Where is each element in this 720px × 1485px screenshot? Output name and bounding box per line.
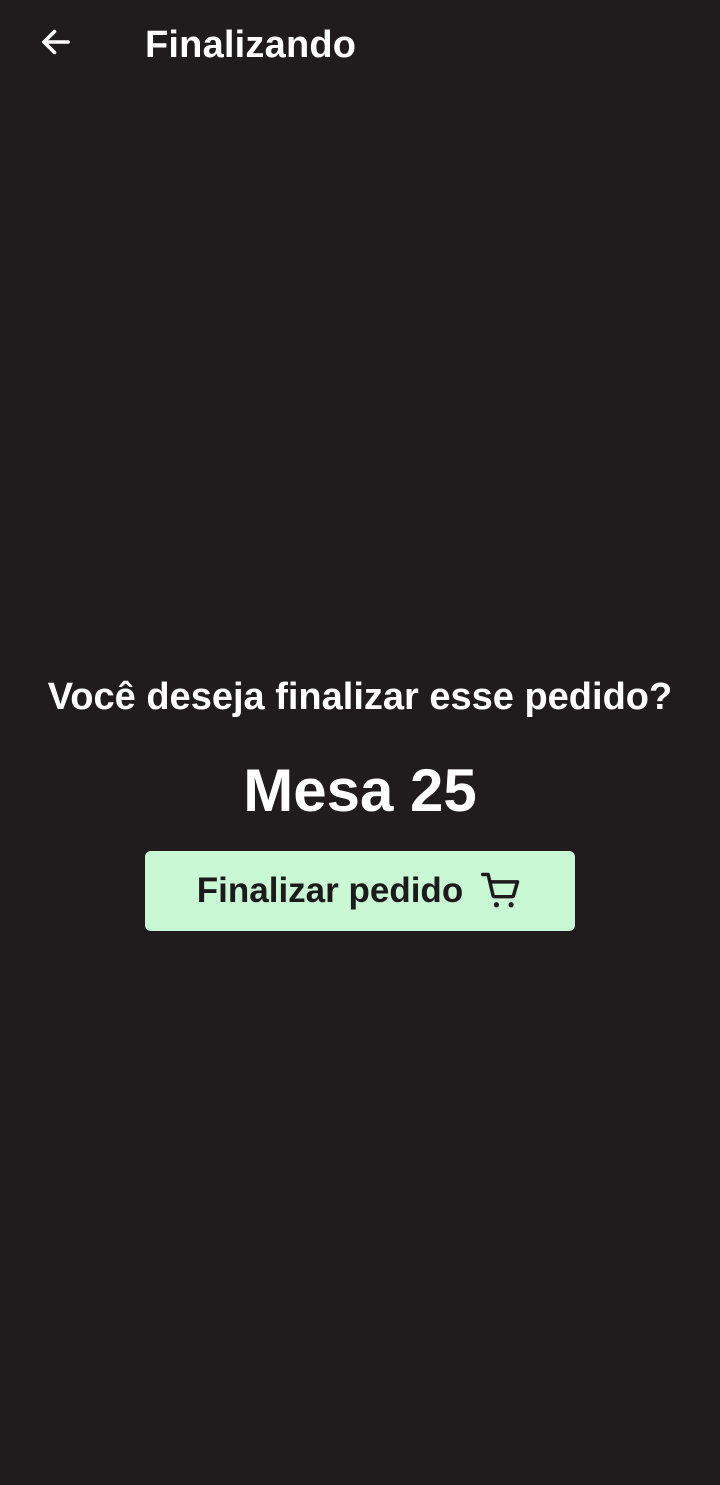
table-label: Mesa 25 <box>243 757 477 824</box>
finalize-order-label: Finalizar pedido <box>196 871 464 910</box>
arrow-left-icon <box>38 24 74 65</box>
shopping-cart-icon <box>479 869 523 913</box>
confirm-question: Você deseja finalizar esse pedido? <box>47 676 673 718</box>
finalize-order-button[interactable]: Finalizar pedido <box>145 851 575 931</box>
page-title: Finalizando <box>145 24 357 66</box>
app-bar: Finalizando <box>0 0 720 92</box>
back-button[interactable] <box>30 20 82 68</box>
